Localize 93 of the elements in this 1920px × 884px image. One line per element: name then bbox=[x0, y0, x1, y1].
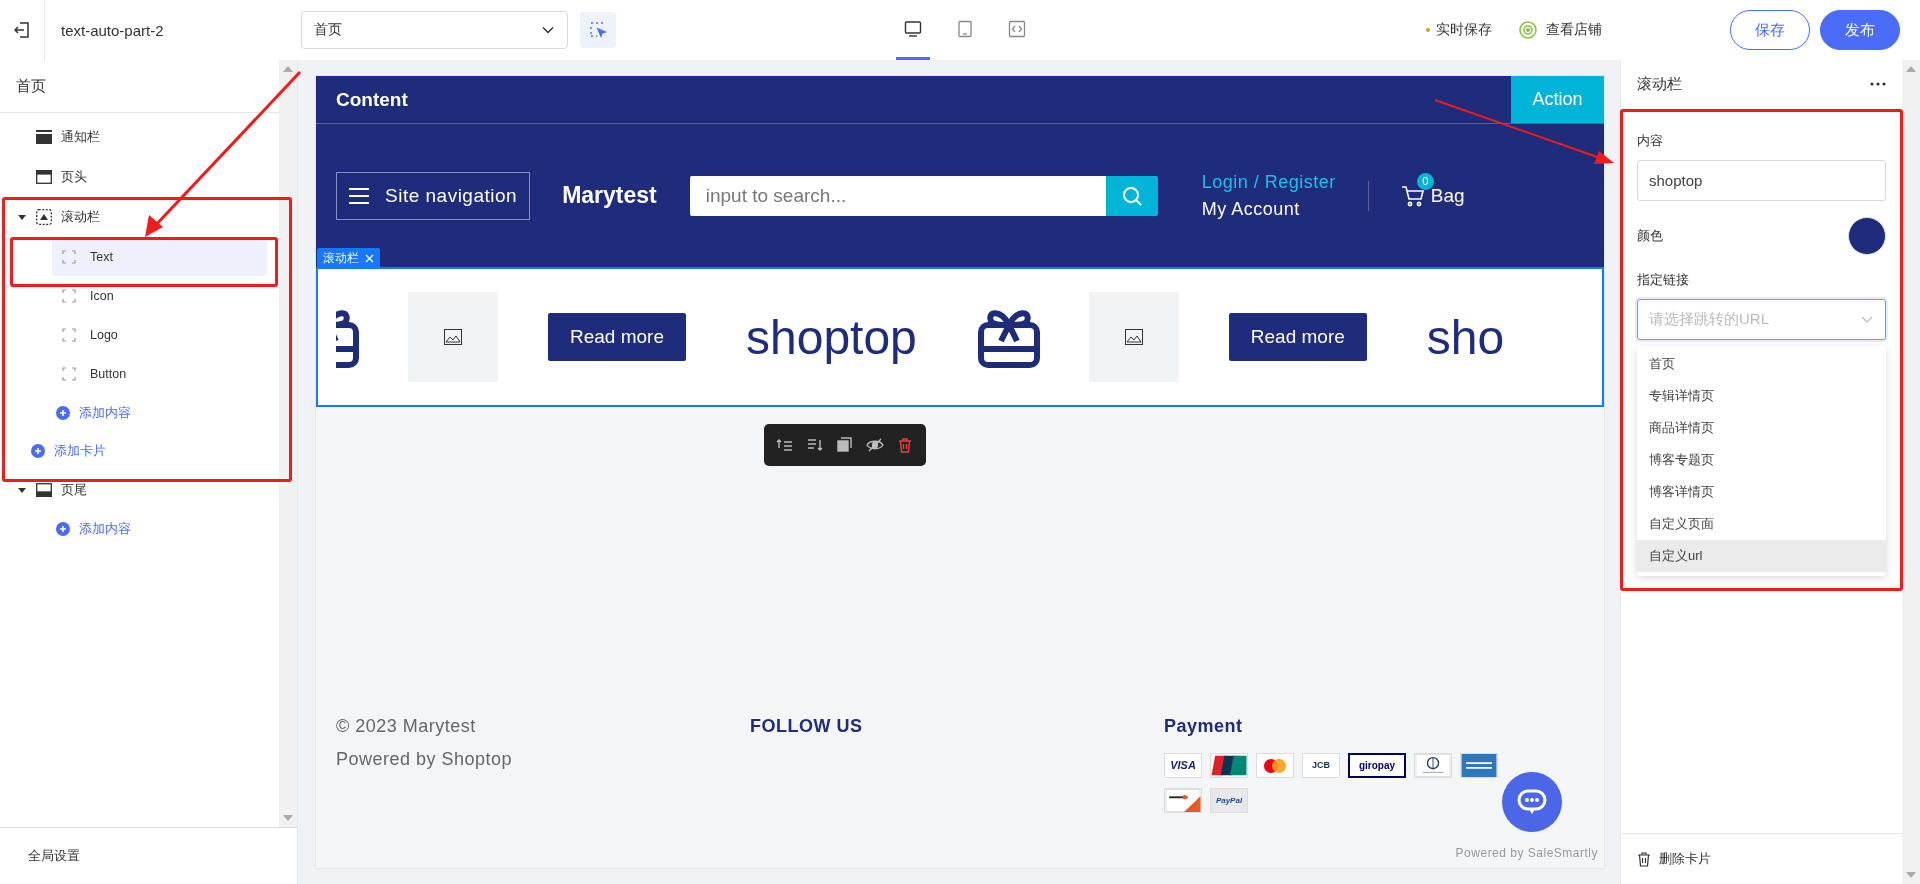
project-title: text-auto-part-2 bbox=[61, 21, 165, 39]
bag-count-badge: 0 bbox=[1416, 172, 1434, 190]
close-icon[interactable] bbox=[365, 254, 374, 263]
plus-circle-icon bbox=[56, 522, 70, 536]
copyright-text: © 2023 Marytest bbox=[336, 716, 477, 737]
trash-icon bbox=[1637, 851, 1651, 867]
dropdown-option[interactable]: 博客详情页 bbox=[1637, 476, 1886, 508]
add-card-link[interactable]: 添加卡片 bbox=[31, 442, 106, 460]
add-content-link[interactable]: 添加内容 bbox=[56, 404, 131, 422]
mastercard-logo bbox=[1256, 753, 1294, 778]
content-label: 内容 bbox=[1637, 132, 1664, 150]
caret-icon[interactable] bbox=[17, 485, 27, 495]
sidebar-item[interactable]: 页尾 bbox=[36, 481, 87, 499]
image-icon bbox=[444, 329, 462, 345]
sidebar-subitem[interactable]: Text bbox=[52, 238, 267, 276]
publish-button[interactable]: 发布 bbox=[1820, 10, 1900, 50]
payment-heading: Payment bbox=[1164, 716, 1244, 737]
plus-circle-icon bbox=[31, 444, 45, 458]
exit-icon[interactable] bbox=[13, 21, 31, 39]
payment-logo: PayPal bbox=[1210, 788, 1248, 813]
select-element-button[interactable] bbox=[580, 12, 616, 48]
chat-bubble-icon bbox=[1517, 789, 1547, 815]
unionpay-logo bbox=[1210, 753, 1248, 778]
sidebar-item[interactable]: 通知栏 bbox=[36, 128, 100, 146]
global-settings-link[interactable]: 全局设置 bbox=[28, 847, 80, 865]
sidebar-subitem[interactable]: Button bbox=[52, 355, 267, 393]
dropdown-option[interactable]: 自定义页面 bbox=[1637, 508, 1886, 540]
element-frame-icon bbox=[62, 367, 76, 381]
search-button[interactable] bbox=[1105, 175, 1158, 216]
amex-logo bbox=[1460, 753, 1498, 778]
selection-cursor-icon bbox=[589, 21, 607, 39]
sidebar-item[interactable]: 滚动栏 bbox=[36, 208, 100, 226]
delete-icon[interactable] bbox=[896, 436, 914, 454]
chat-button[interactable] bbox=[1502, 772, 1562, 832]
header-icon bbox=[36, 170, 52, 184]
sidebar-item[interactable]: 页头 bbox=[36, 168, 87, 186]
dropdown-option[interactable]: 博客专题页 bbox=[1637, 444, 1886, 476]
element-frame-icon bbox=[62, 289, 76, 303]
save-button[interactable]: 保存 bbox=[1730, 10, 1810, 50]
discover-logo bbox=[1164, 788, 1202, 813]
payment-logo: VISA bbox=[1164, 753, 1202, 778]
dropdown-option[interactable]: 商品详情页 bbox=[1637, 412, 1886, 444]
read-more-button[interactable]: Read more bbox=[1228, 313, 1367, 361]
copy-icon[interactable] bbox=[836, 436, 854, 454]
dropdown-option[interactable]: 专辑详情页 bbox=[1637, 380, 1886, 412]
announcement-text: Content bbox=[335, 88, 408, 111]
sidebar-subitem[interactable]: Logo bbox=[52, 316, 267, 354]
panel-title: 滚动栏 bbox=[1637, 74, 1682, 94]
caret-icon[interactable] bbox=[17, 212, 27, 222]
page-select[interactable]: 首页 bbox=[301, 11, 568, 49]
cart-icon bbox=[1400, 184, 1425, 207]
payment-logo: giropay bbox=[1348, 753, 1406, 778]
menu-icon bbox=[349, 187, 369, 204]
marquee-text: sho bbox=[1426, 309, 1505, 365]
powered-by-text: Powered by Shoptop bbox=[336, 749, 514, 770]
plus-circle-icon bbox=[56, 406, 70, 420]
footer-icon bbox=[36, 483, 52, 497]
autosave-label: 实时保存 bbox=[1436, 21, 1492, 39]
selection-tag[interactable]: 滚动栏 bbox=[317, 248, 380, 269]
diners-club-logo bbox=[1414, 753, 1452, 778]
my-account-link[interactable]: My Account bbox=[1201, 198, 1336, 220]
read-more-button[interactable]: Read more bbox=[548, 313, 686, 361]
color-swatch[interactable] bbox=[1848, 217, 1886, 255]
tablet-icon bbox=[957, 19, 973, 38]
store-logo[interactable]: Marytest bbox=[562, 182, 657, 209]
content-input[interactable]: shoptop bbox=[1637, 160, 1886, 201]
color-label: 颜色 bbox=[1637, 227, 1663, 245]
image-icon bbox=[1124, 329, 1143, 345]
element-frame-icon bbox=[62, 250, 76, 264]
dropdown-option[interactable]: 首页 bbox=[1637, 348, 1886, 380]
marquee-text: shoptop bbox=[746, 309, 917, 365]
marquee-icon bbox=[36, 209, 52, 225]
search-icon bbox=[1120, 184, 1143, 207]
site-navigation-button[interactable]: Site navigation bbox=[336, 171, 531, 220]
link-label: 指定链接 bbox=[1637, 271, 1690, 289]
hide-icon[interactable] bbox=[866, 436, 884, 454]
status-dot-icon bbox=[1426, 28, 1430, 32]
delete-card-button[interactable]: 删除卡片 bbox=[1637, 850, 1711, 868]
code-icon bbox=[1008, 19, 1026, 38]
view-store-link[interactable]: 查看店铺 bbox=[1546, 21, 1602, 39]
search-field[interactable]: input to search... bbox=[689, 175, 1106, 216]
notice-bar-icon bbox=[36, 130, 52, 144]
desktop-icon bbox=[904, 19, 922, 38]
chat-credit-text: Powered by SaleSmartly bbox=[1455, 846, 1598, 860]
sidebar-subitem[interactable]: Icon bbox=[52, 277, 267, 315]
chevron-down-icon bbox=[1861, 315, 1873, 324]
dropdown-option[interactable]: 自定义url bbox=[1637, 540, 1886, 572]
element-frame-icon bbox=[62, 328, 76, 342]
login-register-link[interactable]: Login / Register bbox=[1201, 171, 1336, 193]
more-icon[interactable] bbox=[1870, 82, 1886, 86]
follow-us-heading: FOLLOW US bbox=[750, 716, 864, 737]
payment-logo: JCB bbox=[1302, 753, 1340, 778]
add-content-link[interactable]: 添加内容 bbox=[56, 520, 131, 538]
